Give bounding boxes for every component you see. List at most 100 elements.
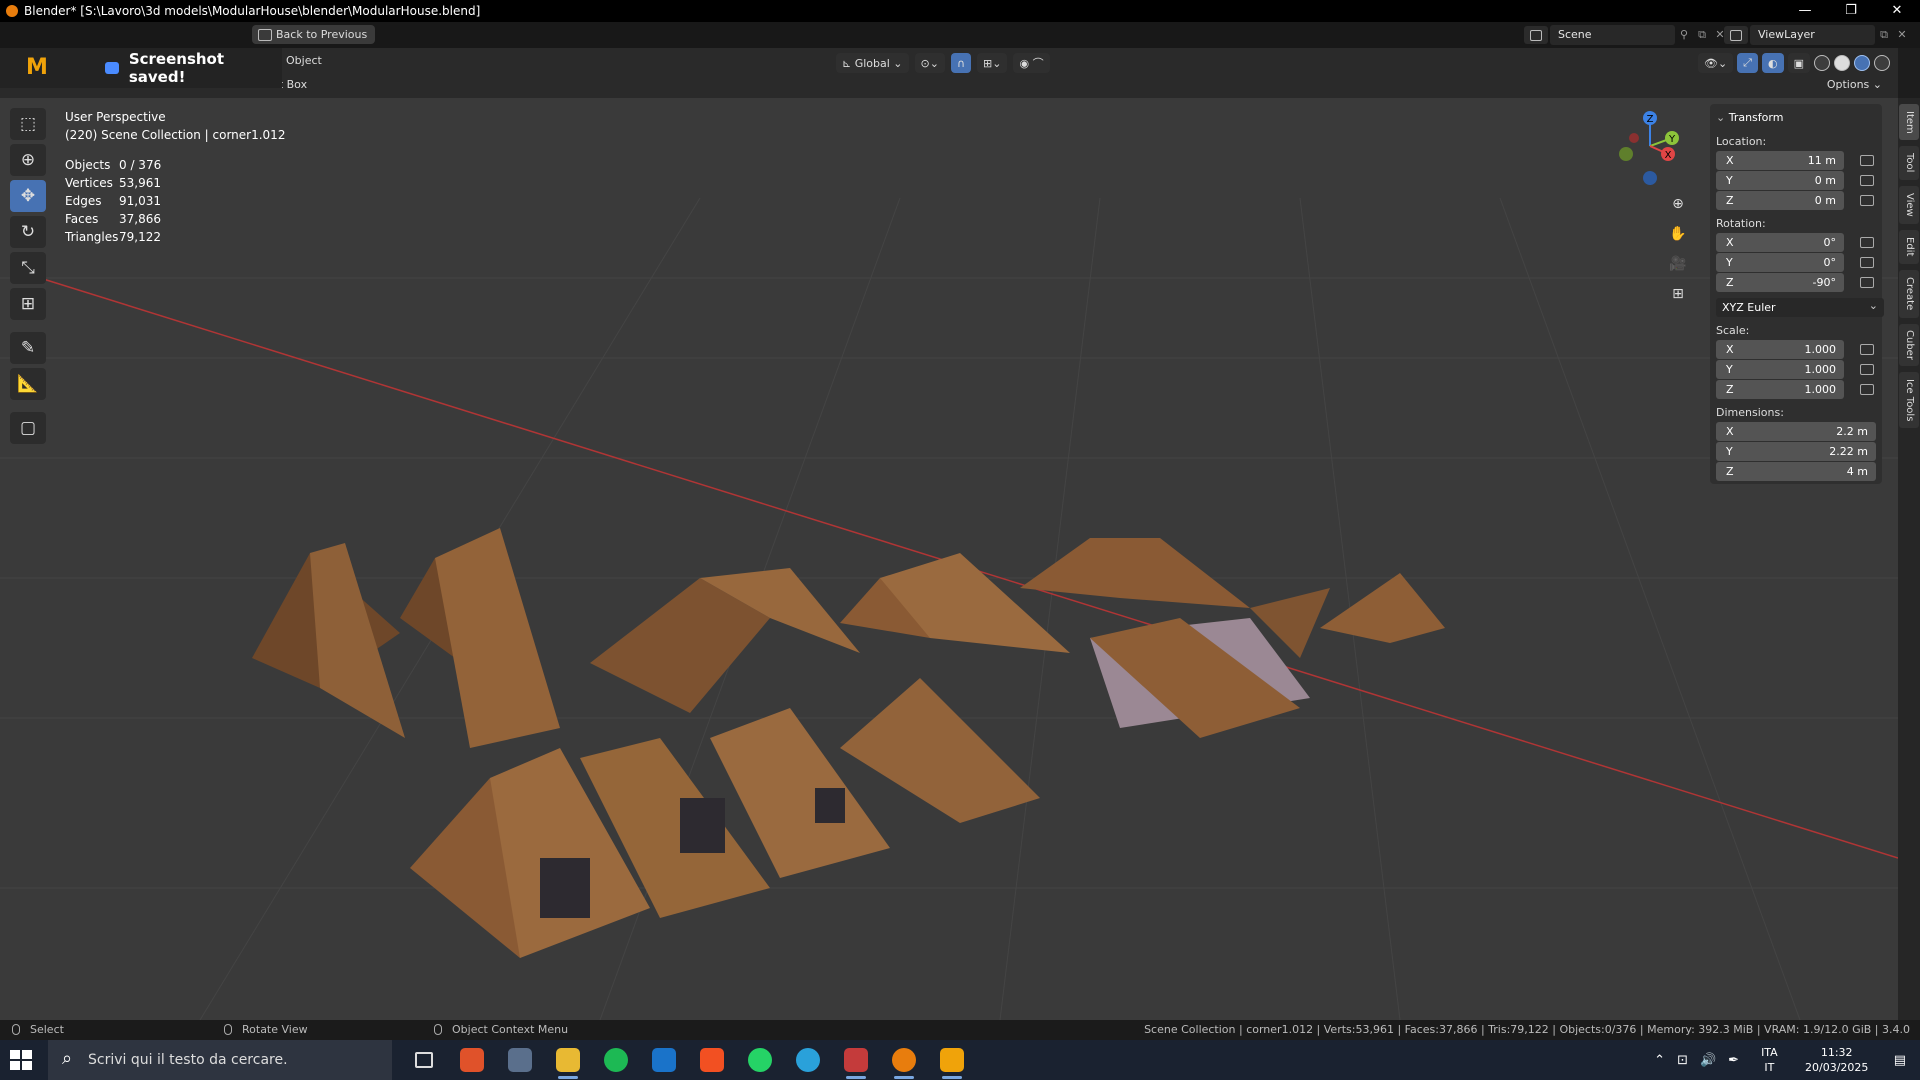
neg-z-axis-handle[interactable] <box>1643 171 1657 185</box>
solid-shading-button[interactable] <box>1834 55 1850 71</box>
rotation-mode-dropdown[interactable]: XYZ Euler <box>1716 296 1884 317</box>
taskbar-app-whatsapp[interactable] <box>736 1040 784 1080</box>
pin-icon[interactable]: ⚲ <box>1675 26 1693 44</box>
scale-y-field[interactable]: Y 1.000 <box>1716 360 1844 379</box>
scale-tool-button[interactable]: ⤡ <box>10 252 46 284</box>
tab-view[interactable]: View <box>1899 186 1919 224</box>
measure-tool-button[interactable]: 📐 <box>10 368 46 400</box>
annotate-tool-button[interactable]: ✎ <box>10 332 46 364</box>
view-layer-icon[interactable] <box>1724 26 1748 44</box>
taskbar-app-outlook[interactable] <box>640 1040 688 1080</box>
taskbar-app-store[interactable] <box>496 1040 544 1080</box>
network-icon[interactable]: ⊡ <box>1677 1053 1688 1068</box>
view-layer-name-field[interactable]: ViewLayer <box>1750 25 1875 45</box>
dimensions-y-field[interactable]: Y 2.22 m <box>1716 442 1876 461</box>
location-z-field[interactable]: Z 0 m <box>1716 191 1844 210</box>
rotation-y-field[interactable]: Y 0° <box>1716 253 1844 272</box>
start-button[interactable] <box>10 1050 32 1070</box>
proportional-edit-toggle[interactable]: ◉ ⌒ <box>1013 53 1050 73</box>
dimensions-z-field[interactable]: Z 4 m <box>1716 462 1876 481</box>
tab-item[interactable]: Item <box>1899 104 1919 140</box>
chevron-up-icon[interactable]: ⌃ <box>1654 1053 1665 1068</box>
scene-name-field[interactable]: Scene <box>1550 25 1675 45</box>
minimize-button[interactable]: — <box>1782 0 1828 22</box>
lock-icon[interactable] <box>1860 257 1874 268</box>
language-indicator[interactable]: ITA IT <box>1761 1045 1778 1075</box>
new-view-layer-icon[interactable]: ⧉ <box>1875 26 1893 44</box>
tab-cuber[interactable]: Cuber <box>1899 324 1919 366</box>
rotation-z-field[interactable]: Z -90° <box>1716 273 1844 292</box>
wireframe-shading-button[interactable] <box>1814 55 1830 71</box>
pen-icon[interactable]: ✒ <box>1728 1053 1739 1068</box>
object-menu[interactable]: Object <box>286 54 322 67</box>
gizmo-toggle[interactable]: ⤢ <box>1737 53 1758 73</box>
taskbar-app-explorer[interactable] <box>544 1040 592 1080</box>
lock-icon[interactable] <box>1860 237 1874 248</box>
volume-icon[interactable]: 🔊 <box>1700 1053 1716 1068</box>
taskbar-search[interactable]: Scrivi qui il testo da cercare. <box>48 1040 392 1080</box>
overlay-toggle[interactable]: ◐ <box>1761 53 1784 73</box>
tab-create[interactable]: Create <box>1899 270 1919 318</box>
tab-ice-tools[interactable]: Ice Tools <box>1899 372 1919 428</box>
transform-header[interactable]: Transform <box>1716 108 1876 128</box>
lock-icon[interactable] <box>1860 155 1874 166</box>
clock[interactable]: 11:32 20/03/2025 <box>1794 1045 1880 1075</box>
axis-label: X <box>1726 425 1734 438</box>
zoom-view-button[interactable]: ⊕ <box>1664 190 1692 218</box>
taskbar-app-blender[interactable] <box>880 1040 928 1080</box>
neg-x-axis-handle[interactable] <box>1629 133 1639 143</box>
lock-icon[interactable] <box>1860 384 1874 395</box>
xray-toggle[interactable]: ▣ <box>1787 53 1810 73</box>
lock-icon[interactable] <box>1860 344 1874 355</box>
move-tool-button[interactable]: ✥ <box>10 180 46 212</box>
taskbar-app-brave[interactable] <box>688 1040 736 1080</box>
orientation-dropdown[interactable]: ⊾ Global ⌄ <box>836 53 909 73</box>
notifications-icon[interactable]: ▤ <box>1894 1053 1906 1068</box>
pivot-dropdown[interactable]: ⊙⌄ <box>914 53 945 73</box>
taskbar-app-addon[interactable] <box>928 1040 976 1080</box>
scale-x-field[interactable]: X 1.000 <box>1716 340 1844 359</box>
rotate-tool-button[interactable]: ↻ <box>10 216 46 248</box>
transform-tool-button[interactable]: ⊞ <box>10 288 46 320</box>
tab-edit[interactable]: Edit <box>1899 230 1919 264</box>
3d-cursor-tool-button[interactable]: ⊕ <box>10 144 46 176</box>
restore-button[interactable]: ❐ <box>1828 0 1874 22</box>
location-y-field[interactable]: Y 0 m <box>1716 171 1844 190</box>
material-shading-button[interactable] <box>1854 55 1870 71</box>
scene-icon[interactable] <box>1524 26 1548 44</box>
taskbar-app-spotify[interactable] <box>592 1040 640 1080</box>
rendered-shading-button[interactable] <box>1874 55 1890 71</box>
perspective-toggle-button[interactable]: ⊞ <box>1664 280 1692 308</box>
snap-target-dropdown[interactable]: ⊞⌄ <box>977 53 1008 73</box>
options-dropdown[interactable]: Options ⌄ <box>1827 78 1882 91</box>
delete-view-layer-icon[interactable]: ✕ <box>1893 26 1911 44</box>
camera-view-button[interactable]: 🎥 <box>1664 250 1692 278</box>
snap-toggle[interactable]: ∩ <box>950 53 972 73</box>
new-scene-icon[interactable]: ⧉ <box>1693 26 1711 44</box>
add-cube-tool-button[interactable]: ▢ <box>10 412 46 444</box>
lock-icon[interactable] <box>1860 277 1874 288</box>
axis-label: X <box>1726 236 1734 249</box>
location-x-field[interactable]: X 11 m <box>1716 151 1844 170</box>
tab-tool[interactable]: Tool <box>1899 146 1919 180</box>
pivot-icon: ⊙⌄ <box>920 56 939 70</box>
stat-key: Faces <box>65 212 99 226</box>
neg-y-axis-handle[interactable] <box>1619 147 1633 161</box>
rotation-x-field[interactable]: X 0° <box>1716 233 1844 252</box>
scale-z-field[interactable]: Z 1.000 <box>1716 380 1844 399</box>
3d-viewport[interactable]: ⬚ ⊕ ✥ ↻ ⤡ ⊞ ✎ 📐 ▢ User Perspective (220)… <box>0 98 1898 1020</box>
lock-icon[interactable] <box>1860 364 1874 375</box>
visibility-dropdown[interactable]: 👁⌄ <box>1697 53 1734 73</box>
task-view-button[interactable] <box>400 1040 448 1080</box>
lock-icon[interactable] <box>1860 175 1874 186</box>
lock-icon[interactable] <box>1860 195 1874 206</box>
pan-view-button[interactable]: ✋ <box>1664 220 1692 248</box>
taskbar-app-dts[interactable] <box>448 1040 496 1080</box>
back-to-previous-button[interactable]: Back to Previous <box>252 25 376 44</box>
select-tool-button[interactable]: ⬚ <box>10 108 46 140</box>
taskbar-app-telegram[interactable] <box>784 1040 832 1080</box>
close-button[interactable]: ✕ <box>1874 0 1920 22</box>
taskbar-app-unknown[interactable] <box>832 1040 880 1080</box>
navigation-gizmo[interactable]: Z Y X <box>1600 108 1680 188</box>
dimensions-x-field[interactable]: X 2.2 m <box>1716 422 1876 441</box>
